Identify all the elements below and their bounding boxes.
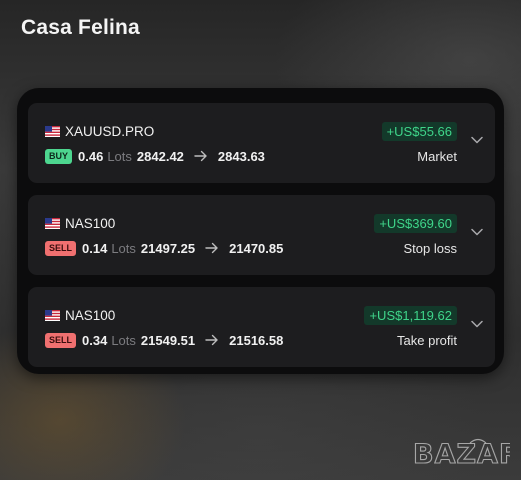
open-price: 2842.42 — [136, 148, 184, 164]
chevron-down-icon[interactable] — [471, 320, 483, 328]
close-reason: Take profit — [397, 332, 457, 348]
position-card[interactable]: NAS100 +US$1,119.62 SELL 0.34 Lots 21549… — [28, 287, 495, 367]
bazar-watermark-logo: BAZAR — [412, 438, 510, 468]
watermark-text: BAZAR — [413, 439, 510, 468]
side-badge: SELL — [45, 332, 77, 348]
side-badge: SELL — [45, 240, 77, 256]
us-flag-icon — [45, 309, 60, 321]
position-symbol: NAS100 — [65, 307, 116, 323]
us-flag-icon — [45, 125, 60, 137]
position-symbol: XAUUSD.PRO — [65, 123, 155, 139]
close-reason: Stop loss — [403, 240, 457, 256]
close-reason: Market — [417, 148, 457, 164]
position-pnl: +US$369.60 — [374, 213, 457, 233]
open-price: 21497.25 — [140, 240, 196, 256]
lots-label: Lots — [111, 332, 136, 348]
closed-positions-panel: XAUUSD.PRO +US$55.66 BUY 0.46 Lots 2842.… — [17, 88, 504, 374]
open-price: 21549.51 — [140, 332, 196, 348]
close-price: 21470.85 — [229, 240, 284, 256]
us-flag-icon — [45, 217, 60, 229]
page-title: Casa Felina — [21, 16, 140, 39]
position-pnl: +US$1,119.62 — [364, 305, 457, 325]
lots-value: 0.14 — [82, 240, 108, 256]
position-card[interactable]: XAUUSD.PRO +US$55.66 BUY 0.46 Lots 2842.… — [28, 103, 495, 183]
position-pnl: +US$55.66 — [381, 121, 457, 141]
arrow-right-icon — [194, 150, 207, 162]
arrow-right-icon — [205, 334, 218, 346]
lots-value: 0.34 — [82, 332, 108, 348]
close-price: 21516.58 — [229, 332, 284, 348]
position-symbol: NAS100 — [65, 215, 116, 231]
chevron-down-icon[interactable] — [471, 228, 483, 236]
close-price: 2843.63 — [217, 148, 265, 164]
side-badge: BUY — [45, 148, 73, 164]
chevron-down-icon[interactable] — [471, 136, 483, 144]
lots-value: 0.46 — [78, 148, 104, 164]
position-card[interactable]: NAS100 +US$369.60 SELL 0.14 Lots 21497.2… — [28, 195, 495, 275]
lots-label: Lots — [107, 148, 132, 164]
arrow-right-icon — [205, 242, 218, 254]
lots-label: Lots — [111, 240, 136, 256]
